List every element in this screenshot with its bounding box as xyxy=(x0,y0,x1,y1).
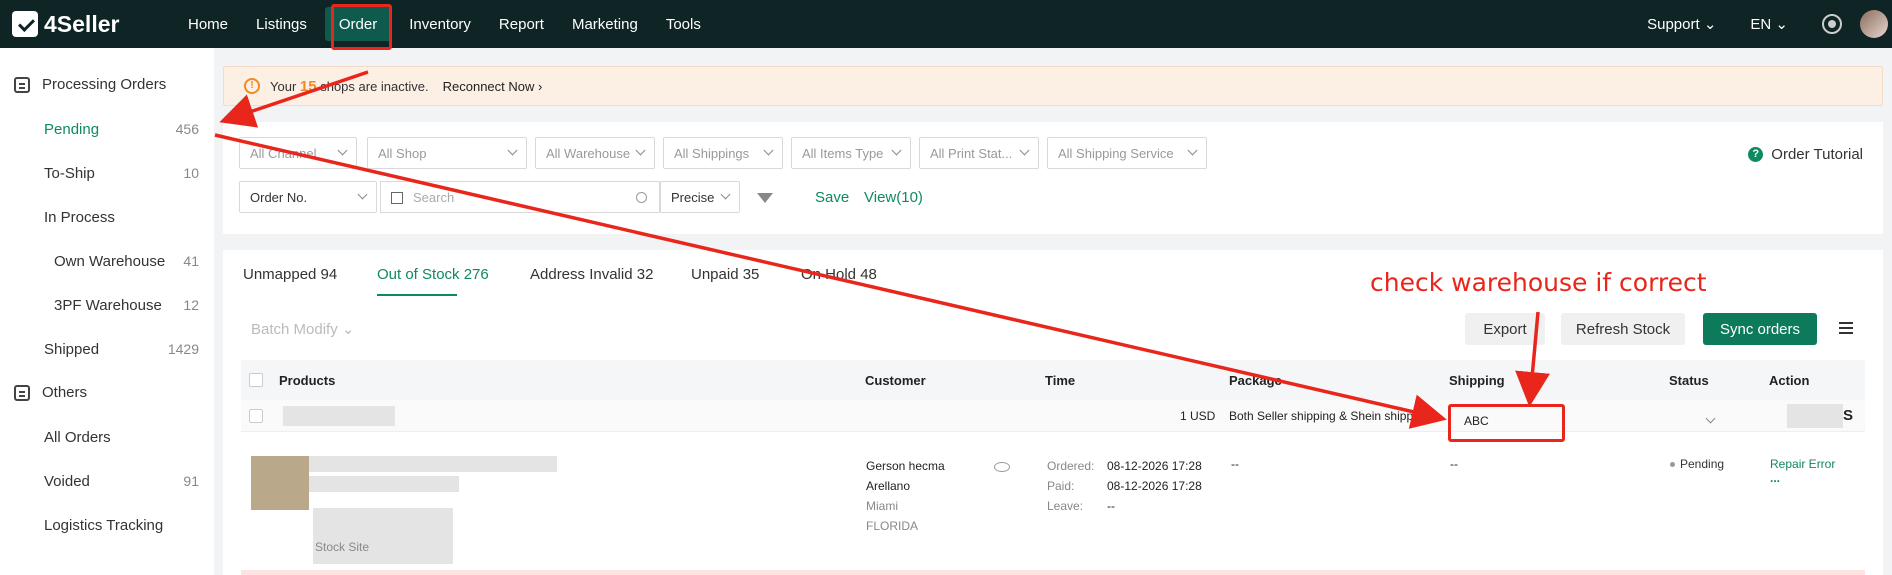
arrow-pending-to-shipping xyxy=(214,133,1447,429)
annotation-arrows xyxy=(214,70,1550,429)
arrow-annotation-to-shipping xyxy=(1515,311,1550,407)
arrow-order-to-pending xyxy=(219,70,369,128)
